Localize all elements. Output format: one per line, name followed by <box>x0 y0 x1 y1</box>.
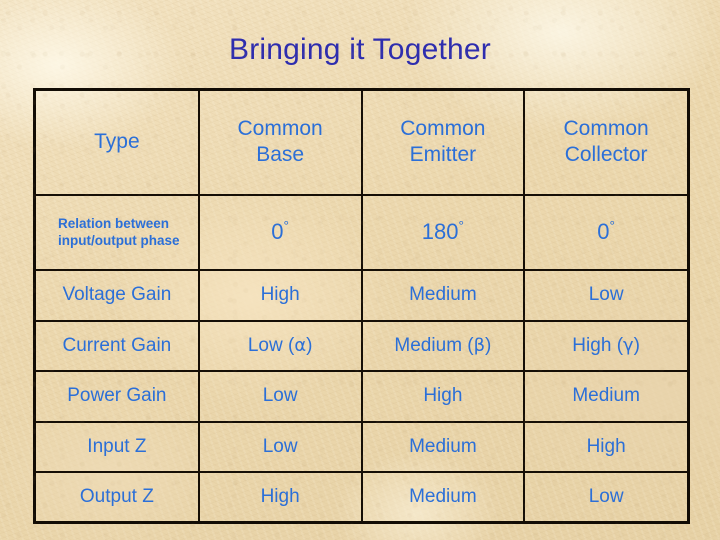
table-row: Relation between input/output phase 0° 1… <box>36 193 687 271</box>
comparison-table: Type Common Base Common Emitter Common Coll… <box>36 91 687 521</box>
degree-symbol: ° <box>609 219 615 235</box>
row-label-current-gain: Current Gain <box>36 319 200 373</box>
column-header-type: Type <box>36 91 200 196</box>
cell-phase-common-base: 0° <box>197 193 363 271</box>
cell-current-gain-common-base: Low (α) <box>197 319 363 373</box>
greek-symbol: α <box>294 334 307 356</box>
cell-power-gain-common-collector: Medium <box>523 370 687 423</box>
table-row: Power Gain Low High Medium <box>36 370 687 423</box>
comparison-table-wrapper: Type Common Base Common Emitter Common Coll… <box>33 88 690 524</box>
row-label-power-gain: Power Gain <box>36 370 200 423</box>
row-label-input-z: Input Z <box>36 420 200 474</box>
row-label-voltage-gain: Voltage Gain <box>36 268 200 322</box>
cell-output-z-common-collector: Low <box>523 471 687 521</box>
row-label-output-z: Output Z <box>36 471 200 521</box>
column-header-common-base: Common Base <box>197 91 363 196</box>
cell-current-gain-common-collector: High (γ) <box>523 319 687 373</box>
cell-phase-common-emitter: 180° <box>360 193 526 271</box>
cell-phase-common-collector: 0° <box>523 193 687 271</box>
cell-power-gain-common-base: Low <box>197 370 363 423</box>
cell-current-gain-common-emitter: Medium (β) <box>360 319 526 373</box>
cell-output-z-common-base: High <box>197 471 363 521</box>
table-row: Current Gain Low (α) Medium (β) High (γ) <box>36 319 687 373</box>
table-row: Output Z High Medium Low <box>36 471 687 521</box>
degree-symbol: ° <box>283 219 289 235</box>
greek-symbol: γ <box>623 334 634 356</box>
cell-input-z-common-emitter: Medium <box>360 420 526 474</box>
table-row: Input Z Low Medium High <box>36 420 687 474</box>
cell-power-gain-common-emitter: High <box>360 370 526 423</box>
table-header-row: Type Common Base Common Emitter Common Coll… <box>36 91 687 196</box>
slide-canvas: Bringing it Together Type Common Base Com… <box>0 0 720 540</box>
degree-symbol: ° <box>458 219 464 235</box>
column-header-common-collector: Common Collector <box>523 91 687 196</box>
cell-voltage-gain-common-base: High <box>197 268 363 322</box>
cell-output-z-common-emitter: Medium <box>360 471 526 521</box>
cell-input-z-common-collector: High <box>523 420 687 474</box>
table-row: Voltage Gain High Medium Low <box>36 268 687 322</box>
greek-symbol: β <box>473 334 486 356</box>
cell-voltage-gain-common-emitter: Medium <box>360 268 526 322</box>
cell-voltage-gain-common-collector: Low <box>523 268 687 322</box>
page-title: Bringing it Together <box>229 33 491 66</box>
row-label-phase-relation: Relation between input/output phase <box>36 193 200 271</box>
cell-input-z-common-base: Low <box>197 420 363 474</box>
column-header-common-emitter: Common Emitter <box>360 91 526 196</box>
